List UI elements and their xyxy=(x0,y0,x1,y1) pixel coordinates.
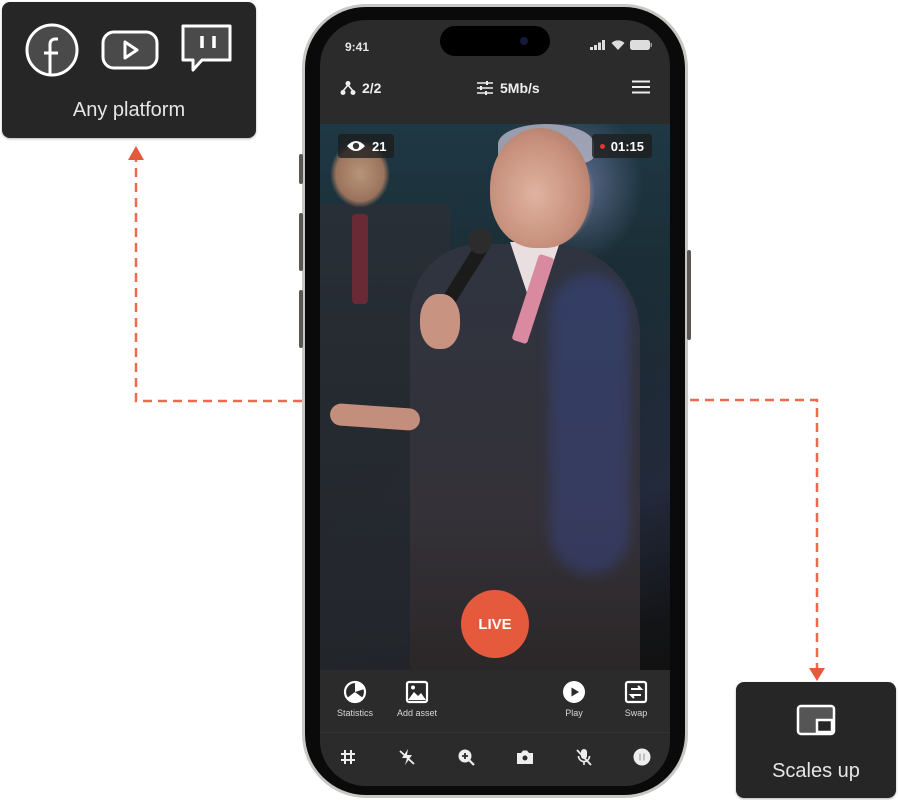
menu-button[interactable] xyxy=(632,80,650,94)
volume-down-button xyxy=(299,290,303,348)
signal-icon xyxy=(590,40,605,50)
camera-button[interactable] xyxy=(515,747,535,767)
swap-icon xyxy=(624,680,648,704)
swap-button[interactable]: Swap xyxy=(606,680,666,718)
play-label: Play xyxy=(565,708,583,718)
statistics-label: Statistics xyxy=(336,708,373,718)
mic-button[interactable] xyxy=(574,747,594,767)
arrow-down-icon xyxy=(809,668,825,681)
battery-icon xyxy=(630,40,652,50)
bitrate-button[interactable]: 5Mb/s xyxy=(476,80,540,96)
statistics-icon xyxy=(343,680,367,704)
connector-right xyxy=(690,398,819,668)
connector-left xyxy=(134,158,302,403)
bitrate-value: 5Mb/s xyxy=(500,80,540,96)
grid-button[interactable] xyxy=(338,747,358,767)
viewer-count: 21 xyxy=(372,138,387,154)
statistics-button[interactable]: Statistics xyxy=(325,680,385,718)
flash-off-icon xyxy=(399,749,415,765)
play-button[interactable]: Play xyxy=(544,680,604,718)
viewer-count-badge: 21 xyxy=(338,134,395,158)
add-asset-label: Add asset xyxy=(396,708,438,718)
platforms-callout: Any platform xyxy=(2,2,256,138)
action-bar: Statistics Add asset Play Swap xyxy=(320,670,670,732)
twitch-icon xyxy=(181,24,232,72)
scale-label: Scales up xyxy=(772,760,860,782)
stream-timer-badge: 01:15 xyxy=(591,134,652,158)
volume-up-button xyxy=(299,213,303,271)
destinations-icon xyxy=(340,81,356,95)
swap-label: Swap xyxy=(624,708,648,718)
wifi-icon xyxy=(611,40,625,50)
grid-icon xyxy=(341,750,355,764)
destinations-button[interactable]: 2/2 xyxy=(340,80,381,96)
add-asset-button[interactable]: Add asset xyxy=(387,680,447,718)
stream-duration: 01:15 xyxy=(610,138,644,154)
zoom-in-icon xyxy=(458,749,475,766)
camera-icon xyxy=(517,750,533,764)
recording-dot-icon xyxy=(599,143,605,149)
picture-in-picture-icon xyxy=(796,704,836,736)
dynamic-island xyxy=(440,26,550,56)
facebook-icon xyxy=(25,23,79,77)
image-icon xyxy=(405,680,429,704)
zoom-button[interactable] xyxy=(456,747,476,767)
power-button xyxy=(687,250,691,340)
mic-off-icon xyxy=(576,749,592,766)
play-icon xyxy=(563,681,585,703)
hamburger-menu-icon xyxy=(632,80,650,94)
pause-button[interactable] xyxy=(632,747,652,767)
flash-button[interactable] xyxy=(397,747,417,767)
youtube-icon xyxy=(101,30,159,70)
destinations-count: 2/2 xyxy=(362,80,382,96)
status-time: 9:41 xyxy=(345,40,370,54)
bottom-controls xyxy=(320,732,670,786)
app-screen: 9:41 2/2 5Mb/s 21 01:15 Statistics Add a… xyxy=(320,20,670,786)
pause-icon xyxy=(633,748,651,766)
scale-callout: Scales up xyxy=(736,682,896,798)
top-toolbar: 2/2 5Mb/s xyxy=(320,72,670,108)
go-live-button[interactable]: LIVE xyxy=(461,590,529,658)
platforms-label: Any platform xyxy=(72,99,186,121)
sliders-icon xyxy=(477,81,493,95)
eye-icon xyxy=(347,141,365,151)
action-button xyxy=(299,154,303,184)
status-bar: 9:41 xyxy=(320,20,670,70)
arrow-up-icon xyxy=(128,146,144,160)
